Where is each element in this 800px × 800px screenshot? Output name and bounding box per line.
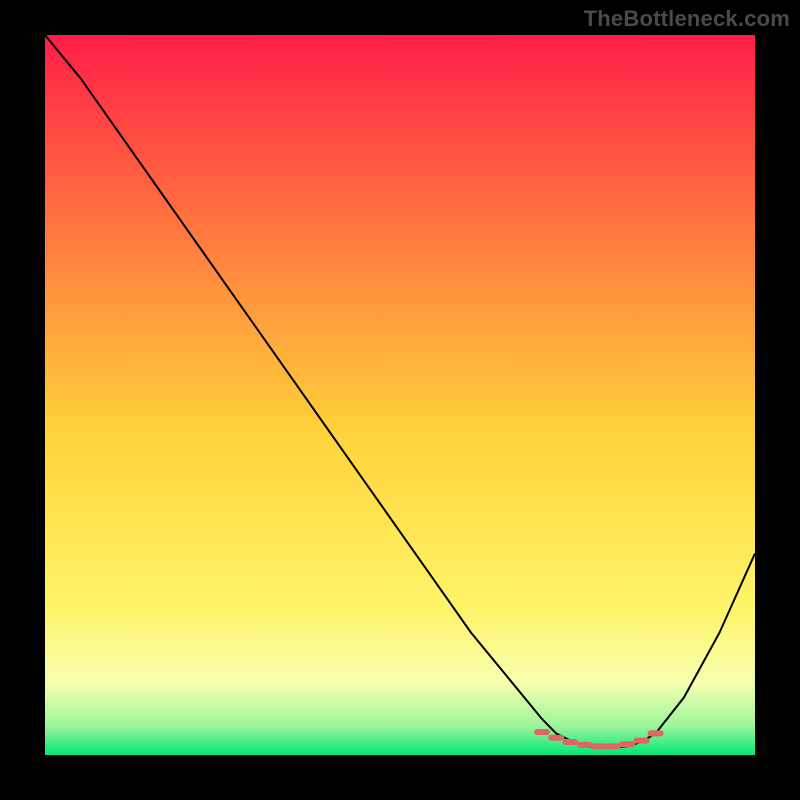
chart-canvas: [45, 35, 755, 755]
flat-marker: [577, 742, 593, 748]
flat-marker: [648, 730, 664, 736]
chart-container: TheBottleneck.com: [0, 0, 800, 800]
flat-marker: [605, 743, 621, 749]
flat-marker: [562, 739, 578, 745]
flat-marker: [548, 735, 564, 741]
plot-area: [45, 35, 755, 755]
flat-marker: [633, 738, 649, 744]
flat-marker: [591, 743, 607, 749]
gradient-background: [45, 35, 755, 755]
watermark-text: TheBottleneck.com: [584, 6, 790, 32]
flat-marker: [619, 741, 635, 747]
flat-marker: [534, 729, 550, 735]
